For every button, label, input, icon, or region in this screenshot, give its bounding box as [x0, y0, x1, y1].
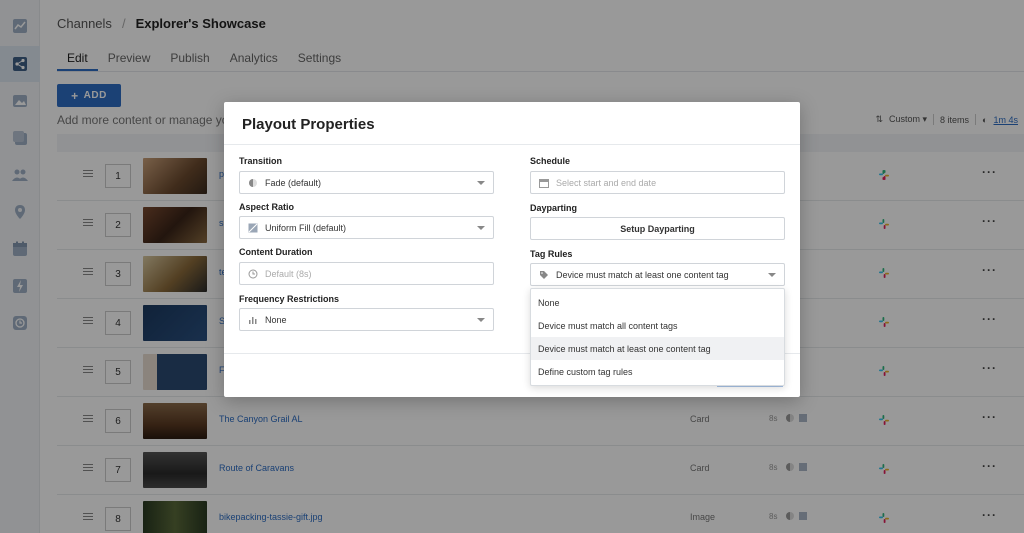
tag-icon — [540, 270, 548, 279]
image-fill-icon — [248, 223, 258, 232]
clock-icon — [248, 269, 258, 278]
tag-rule-option-all[interactable]: Device must match all content tags — [531, 314, 784, 337]
aspect-ratio-select[interactable]: Uniform Fill (default) — [239, 216, 494, 239]
modal-divider — [224, 144, 800, 145]
tag-rules-dropdown: None Device must match all content tags … — [530, 288, 785, 386]
transition-value: Fade (default) — [265, 177, 322, 188]
frequency-value: None — [265, 314, 287, 325]
tag-rule-option-custom[interactable]: Define custom tag rules — [531, 360, 784, 383]
aspect-ratio-value: Uniform Fill (default) — [265, 222, 347, 233]
aspect-ratio-label: Aspect Ratio — [239, 202, 295, 212]
content-duration-placeholder: Default (8s) — [265, 268, 312, 279]
transition-select[interactable]: Fade (default) — [239, 171, 494, 194]
chevron-down-icon — [477, 318, 485, 322]
bar-chart-icon — [249, 316, 257, 324]
frequency-label: Frequency Restrictions — [239, 294, 340, 304]
modal-title: Playout Properties — [242, 116, 375, 133]
chevron-down-icon — [768, 273, 776, 277]
half-circle-icon — [249, 178, 257, 187]
content-duration-input[interactable]: Default (8s) — [239, 262, 494, 285]
schedule-label: Schedule — [530, 156, 571, 166]
schedule-input[interactable]: Select start and end date — [530, 171, 785, 194]
setup-dayparting-button[interactable]: Setup Dayparting — [530, 217, 785, 240]
transition-label: Transition — [239, 156, 283, 166]
tag-rules-select[interactable]: Device must match at least one content t… — [530, 263, 785, 286]
chevron-down-icon — [477, 181, 485, 185]
frequency-select[interactable]: None — [239, 308, 494, 331]
calendar-icon — [539, 178, 549, 188]
tag-rule-option-at-least-one[interactable]: Device must match at least one content t… — [531, 337, 784, 360]
tag-rules-value: Device must match at least one content t… — [556, 269, 729, 280]
chevron-down-icon — [477, 226, 485, 230]
schedule-placeholder: Select start and end date — [556, 177, 657, 188]
content-duration-label: Content Duration — [239, 247, 313, 257]
dayparting-label: Dayparting — [530, 203, 578, 213]
tag-rule-option-none[interactable]: None — [531, 291, 784, 314]
tag-rules-label: Tag Rules — [530, 249, 573, 259]
